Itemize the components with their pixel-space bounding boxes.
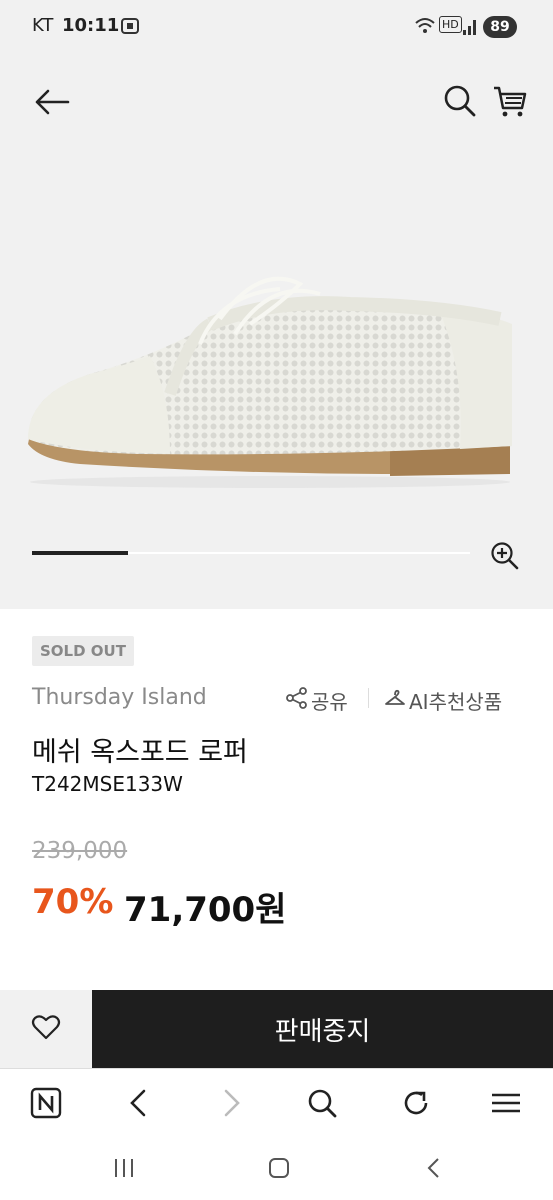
product-title: 메쉬 옥스포드 로퍼 <box>32 737 248 768</box>
system-back-icon[interactable] <box>424 1156 444 1184</box>
status-badge: SOLD OUT <box>32 636 134 666</box>
status-bar: KT 10:11 HD 89 <box>0 0 553 54</box>
sale-price: 71,700원 <box>124 890 287 930</box>
carrier-label: KT <box>32 15 54 36</box>
original-price: 239,000 <box>32 838 128 864</box>
sale-stopped-button[interactable]: 판매중지 <box>92 990 553 1068</box>
discount-rate: 70% <box>32 882 114 922</box>
cart-icon[interactable] <box>492 84 528 124</box>
signal-icon <box>462 16 478 40</box>
search-icon[interactable] <box>443 84 477 122</box>
share-icon <box>286 687 308 714</box>
ai-recommend-label: AI추천상품 <box>409 690 503 714</box>
wifi-icon <box>414 16 436 40</box>
refresh-icon[interactable] <box>400 1087 432 1123</box>
clock: 10:11 <box>62 15 120 36</box>
battery-indicator: 89 <box>483 16 517 38</box>
menu-icon[interactable] <box>490 1087 522 1123</box>
divider <box>368 688 369 708</box>
zoom-in-icon[interactable] <box>490 541 520 575</box>
naver-home-icon[interactable] <box>30 1087 62 1123</box>
browser-back-icon[interactable] <box>126 1087 150 1123</box>
back-arrow-icon[interactable] <box>34 88 70 120</box>
bottom-action-bar: 판매중지 <box>0 990 553 1068</box>
product-photo <box>28 276 512 488</box>
brand-name[interactable]: Thursday Island <box>32 685 207 710</box>
image-progress-fill <box>32 551 128 555</box>
product-image-carousel[interactable] <box>0 54 553 609</box>
hd-icon: HD <box>439 16 462 33</box>
screenshot-icon <box>120 16 140 40</box>
browser-search-icon[interactable] <box>306 1087 338 1123</box>
hanger-icon <box>384 687 406 714</box>
recent-apps-icon[interactable] <box>112 1156 136 1184</box>
wishlist-button[interactable] <box>0 990 92 1068</box>
home-icon[interactable] <box>267 1156 291 1184</box>
ai-recommend-button[interactable]: AI추천상품 <box>384 686 502 715</box>
product-code: T242MSE133W <box>32 772 183 796</box>
browser-forward-icon[interactable] <box>220 1087 244 1123</box>
browser-toolbar <box>0 1068 553 1136</box>
heart-icon <box>31 1013 61 1045</box>
share-label: 공유 <box>311 690 348 714</box>
system-navigation-bar <box>0 1136 553 1200</box>
share-button[interactable]: 공유 <box>286 686 348 715</box>
